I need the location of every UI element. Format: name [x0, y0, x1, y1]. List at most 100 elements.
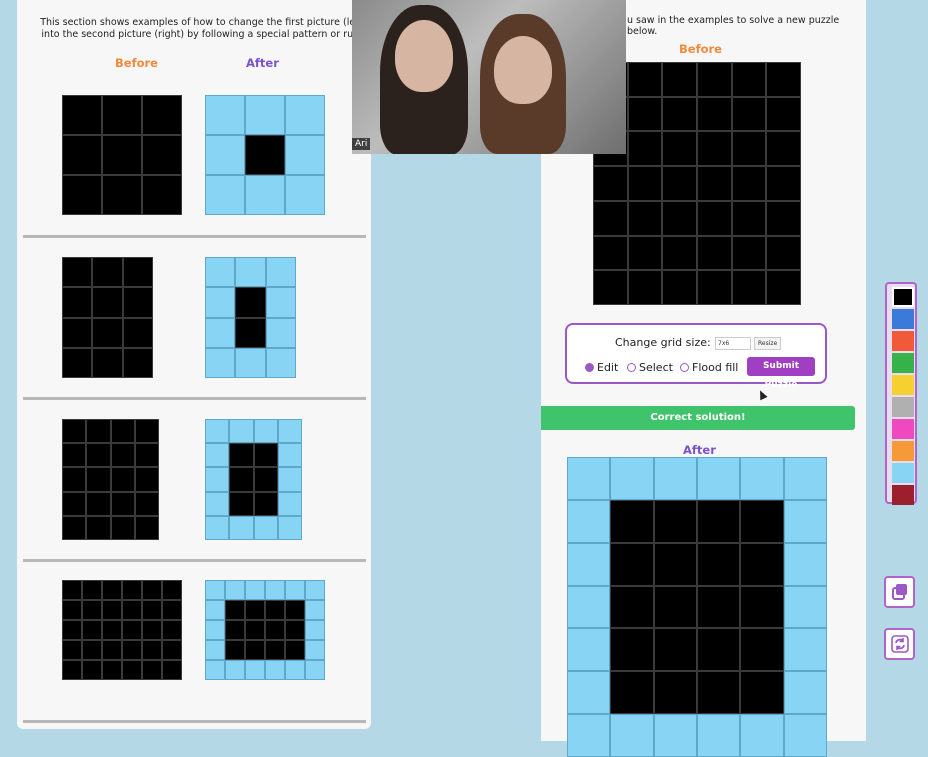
grid-cell	[62, 467, 87, 492]
grid-cell[interactable]	[696, 714, 741, 757]
grid-cell	[627, 62, 663, 97]
grid-cell[interactable]	[610, 457, 654, 500]
color-swatch[interactable]	[892, 309, 914, 329]
grid-cell	[766, 166, 801, 201]
grid-cell	[205, 620, 225, 640]
color-swatch[interactable]	[892, 375, 914, 395]
grid-cell[interactable]	[740, 457, 784, 500]
grid-cell	[62, 175, 102, 215]
grid-cell[interactable]	[740, 628, 784, 672]
grid-cell[interactable]	[696, 671, 741, 715]
submit-puzzle-button[interactable]: Submit Puzzle	[747, 357, 815, 390]
grid-cell[interactable]	[783, 671, 827, 715]
grid-cell[interactable]	[783, 499, 827, 543]
grid-cell[interactable]	[567, 499, 611, 543]
grid-cell	[205, 257, 236, 288]
grid-cell[interactable]	[610, 499, 654, 543]
grid-cell[interactable]	[696, 457, 741, 500]
color-swatch[interactable]	[892, 397, 914, 417]
grid-cell[interactable]	[567, 542, 611, 586]
grid-cell[interactable]	[783, 585, 827, 629]
grid-cell[interactable]	[653, 542, 697, 586]
grid-cell	[110, 443, 135, 468]
grid-cell[interactable]	[696, 499, 741, 543]
grid-cell	[731, 200, 767, 236]
grid-cell[interactable]	[653, 499, 697, 543]
color-swatch[interactable]	[892, 441, 914, 461]
grid-cell[interactable]	[567, 671, 611, 715]
grid-cell	[593, 166, 628, 201]
grid-cell[interactable]	[783, 542, 827, 586]
grid-cell[interactable]	[610, 585, 654, 629]
examples-instructions: This section shows examples of how to ch…	[40, 17, 366, 40]
grid-cell[interactable]	[653, 585, 697, 629]
grid-cell[interactable]	[653, 457, 697, 500]
grid-cell[interactable]	[567, 628, 611, 672]
grid-cell[interactable]	[567, 714, 611, 757]
grid-cell[interactable]	[653, 628, 697, 672]
grid-cell	[134, 419, 159, 444]
grid-cell	[265, 640, 285, 660]
color-swatch[interactable]	[892, 463, 914, 483]
grid-cell[interactable]	[783, 714, 827, 757]
grid-cell[interactable]	[740, 714, 784, 757]
grid-cell	[245, 95, 285, 135]
grid-cell[interactable]	[610, 714, 654, 757]
mode-flood-fill-radio[interactable]: Flood fill	[680, 361, 738, 374]
grid-cell[interactable]	[783, 457, 827, 500]
mode-edit-radio[interactable]: Edit	[585, 361, 618, 374]
grid-cell	[662, 200, 697, 236]
puzzle-after-grid[interactable]	[567, 457, 827, 757]
grid-cell	[265, 660, 285, 680]
grid-cell	[110, 467, 135, 492]
grid-cell	[253, 443, 278, 468]
grid-cell	[766, 270, 801, 305]
color-swatch[interactable]	[892, 419, 914, 439]
grid-cell	[122, 317, 153, 348]
grid-cell[interactable]	[567, 457, 611, 500]
grid-cell	[662, 96, 697, 132]
example-4-before-grid	[62, 580, 182, 680]
radio-empty-icon	[627, 362, 636, 372]
grid-cell[interactable]	[653, 714, 697, 757]
color-swatch[interactable]	[892, 485, 914, 505]
copy-icon	[891, 584, 907, 600]
grid-cell	[245, 620, 265, 640]
grid-size-input[interactable]: 7x6	[715, 337, 751, 350]
grid-cell[interactable]	[610, 628, 654, 672]
grid-cell[interactable]	[696, 585, 741, 629]
refresh-icon	[890, 635, 909, 653]
color-swatch[interactable]	[892, 287, 914, 307]
grid-cell[interactable]	[783, 628, 827, 672]
grid-cell[interactable]	[610, 671, 654, 715]
grid-cell	[122, 640, 142, 660]
reset-button[interactable]	[884, 628, 915, 660]
examples-panel: This section shows examples of how to ch…	[17, 0, 371, 729]
grid-cell	[225, 600, 245, 620]
grid-cell	[62, 95, 102, 135]
grid-cell	[162, 600, 182, 620]
grid-cell	[110, 419, 135, 444]
grid-cell[interactable]	[653, 671, 697, 715]
grid-cell	[62, 640, 82, 660]
mode-select-radio[interactable]: Select	[627, 361, 673, 374]
copy-button[interactable]	[884, 576, 915, 608]
grid-cell	[82, 620, 102, 640]
grid-cell[interactable]	[610, 542, 654, 586]
grid-cell	[162, 660, 182, 680]
resize-button[interactable]: Resize	[754, 337, 782, 350]
grid-cell	[62, 580, 82, 600]
grid-cell	[593, 270, 628, 305]
example-3-after-grid	[205, 419, 302, 540]
grid-cell[interactable]	[740, 542, 784, 586]
grid-cell	[134, 443, 159, 468]
grid-cell[interactable]	[740, 585, 784, 629]
grid-cell[interactable]	[740, 671, 784, 715]
color-swatch[interactable]	[892, 331, 914, 351]
grid-cell[interactable]	[696, 628, 741, 672]
grid-cell[interactable]	[740, 499, 784, 543]
grid-cell	[766, 62, 801, 97]
grid-cell[interactable]	[567, 585, 611, 629]
color-swatch[interactable]	[892, 353, 914, 373]
grid-cell[interactable]	[696, 542, 741, 586]
